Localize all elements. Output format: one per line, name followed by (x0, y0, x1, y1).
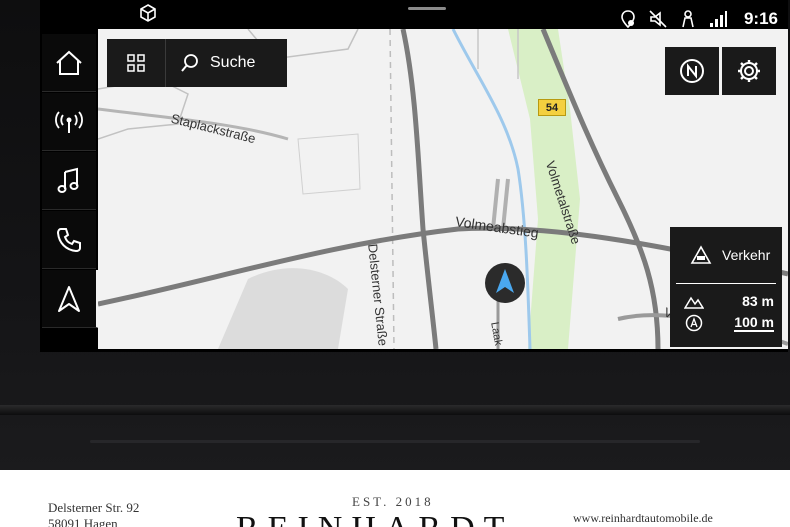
settings-button[interactable] (722, 47, 776, 95)
menu-grid-button[interactable] (107, 39, 166, 87)
navigation-map[interactable]: 54 Staplackstraße Delsterner Straße Volm… (98, 29, 788, 349)
address-line-2: 58091 Hagen (48, 516, 118, 527)
clock: 9:16 (743, 9, 778, 28)
bezel-lip (0, 405, 790, 415)
side-rail (40, 34, 99, 334)
navigation-button[interactable] (42, 270, 99, 328)
traffic-row[interactable]: Verkehr (676, 227, 776, 284)
altitude-value: 83 m (742, 293, 774, 309)
map-tools (665, 47, 779, 95)
altitude-row: 83 m (670, 290, 782, 312)
muted-speaker-icon (649, 10, 667, 28)
mountain-icon (684, 296, 704, 309)
radio-button[interactable] (42, 93, 96, 151)
cube-icon[interactable] (138, 3, 158, 23)
established-label: EST. 2018 (352, 494, 434, 509)
home-icon (56, 50, 82, 75)
speed-row: 100 m (670, 312, 782, 334)
traffic-panel[interactable]: Verkehr 83 m 100 m (670, 227, 782, 347)
compass-north-icon (680, 59, 704, 83)
search-icon (181, 54, 198, 72)
traffic-warning-icon (690, 245, 712, 264)
grid-icon (127, 54, 145, 72)
music-note-icon (57, 167, 79, 193)
vehicle-position-icon (485, 263, 525, 303)
radio-icon (55, 110, 83, 133)
infotainment-screen: 9:16 54 Staplackstraße Delsterner Straße… (40, 0, 788, 352)
address-line-1: Delsterner Str. 92 (48, 500, 140, 515)
speed-sign-icon (685, 314, 703, 332)
search-bar: Suche (107, 39, 287, 87)
music-button[interactable] (42, 152, 96, 210)
speed-value: 100 m (734, 314, 774, 332)
compass-button[interactable] (665, 47, 719, 95)
phone-signal-icon (709, 11, 727, 27)
bezel-reflection (90, 440, 700, 443)
traffic-label: Verkehr (722, 247, 771, 263)
gear-icon (738, 60, 760, 82)
navigation-arrow-icon (58, 285, 80, 312)
dealer-footer: Delsterner Str. 92 58091 Hagen EST. 2018… (0, 470, 790, 527)
phone-icon (56, 227, 81, 252)
status-handle[interactable] (408, 7, 446, 10)
phone-button[interactable] (42, 211, 96, 269)
location-pin-icon (621, 10, 635, 29)
person-icon (682, 10, 694, 28)
search-label: Suche (210, 54, 256, 71)
search-button[interactable]: Suche (166, 39, 287, 87)
dealer-brand: REINHARDT (236, 510, 513, 527)
dealer-website[interactable]: www.reinhardtautomobile.de (573, 511, 713, 526)
route-number-badge: 54 (538, 99, 566, 116)
dealer-address: Delsterner Str. 92 58091 Hagen (48, 500, 139, 527)
home-button[interactable] (42, 34, 96, 92)
